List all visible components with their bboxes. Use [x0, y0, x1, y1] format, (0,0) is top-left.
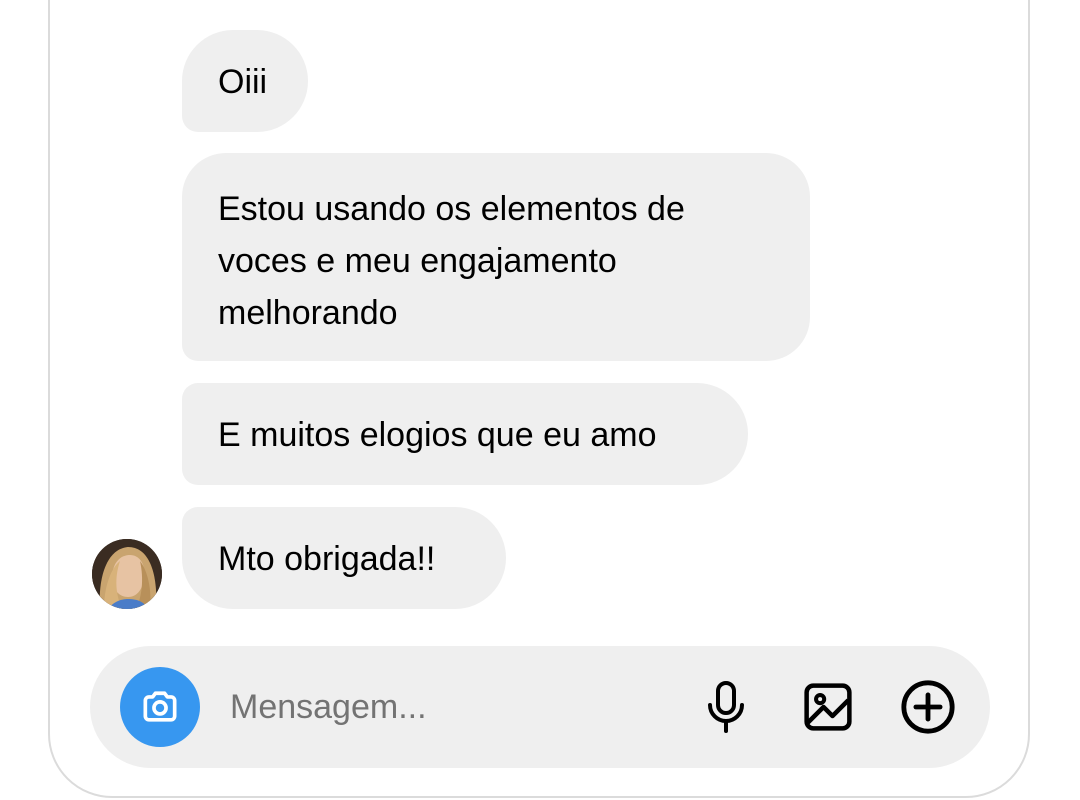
message-text: Oiii — [218, 63, 268, 101]
image-icon — [804, 683, 852, 731]
voice-message-button[interactable] — [696, 677, 756, 737]
message-bubble[interactable]: Oiii — [182, 30, 308, 132]
gallery-button[interactable] — [798, 677, 858, 737]
plus-circle-icon — [901, 680, 955, 734]
message-text: E muitos elogios que eu amo — [218, 416, 657, 454]
message-input[interactable] — [230, 682, 670, 732]
camera-icon — [143, 691, 177, 722]
message-text: Mto obrigada!! — [218, 540, 436, 578]
message-composer — [90, 646, 990, 768]
message-bubble[interactable]: E muitos elogios que eu amo — [182, 383, 748, 485]
more-options-button[interactable] — [898, 677, 958, 737]
message-text: Estou usando os elementos de voces e meu… — [218, 190, 685, 332]
sender-avatar[interactable] — [92, 539, 162, 609]
message-bubble[interactable]: Mto obrigada!! — [182, 507, 506, 609]
profile-photo — [92, 539, 162, 609]
camera-button[interactable] — [120, 667, 200, 747]
message-bubble[interactable]: Estou usando os elementos de voces e meu… — [182, 153, 810, 361]
microphone-icon — [708, 681, 744, 733]
